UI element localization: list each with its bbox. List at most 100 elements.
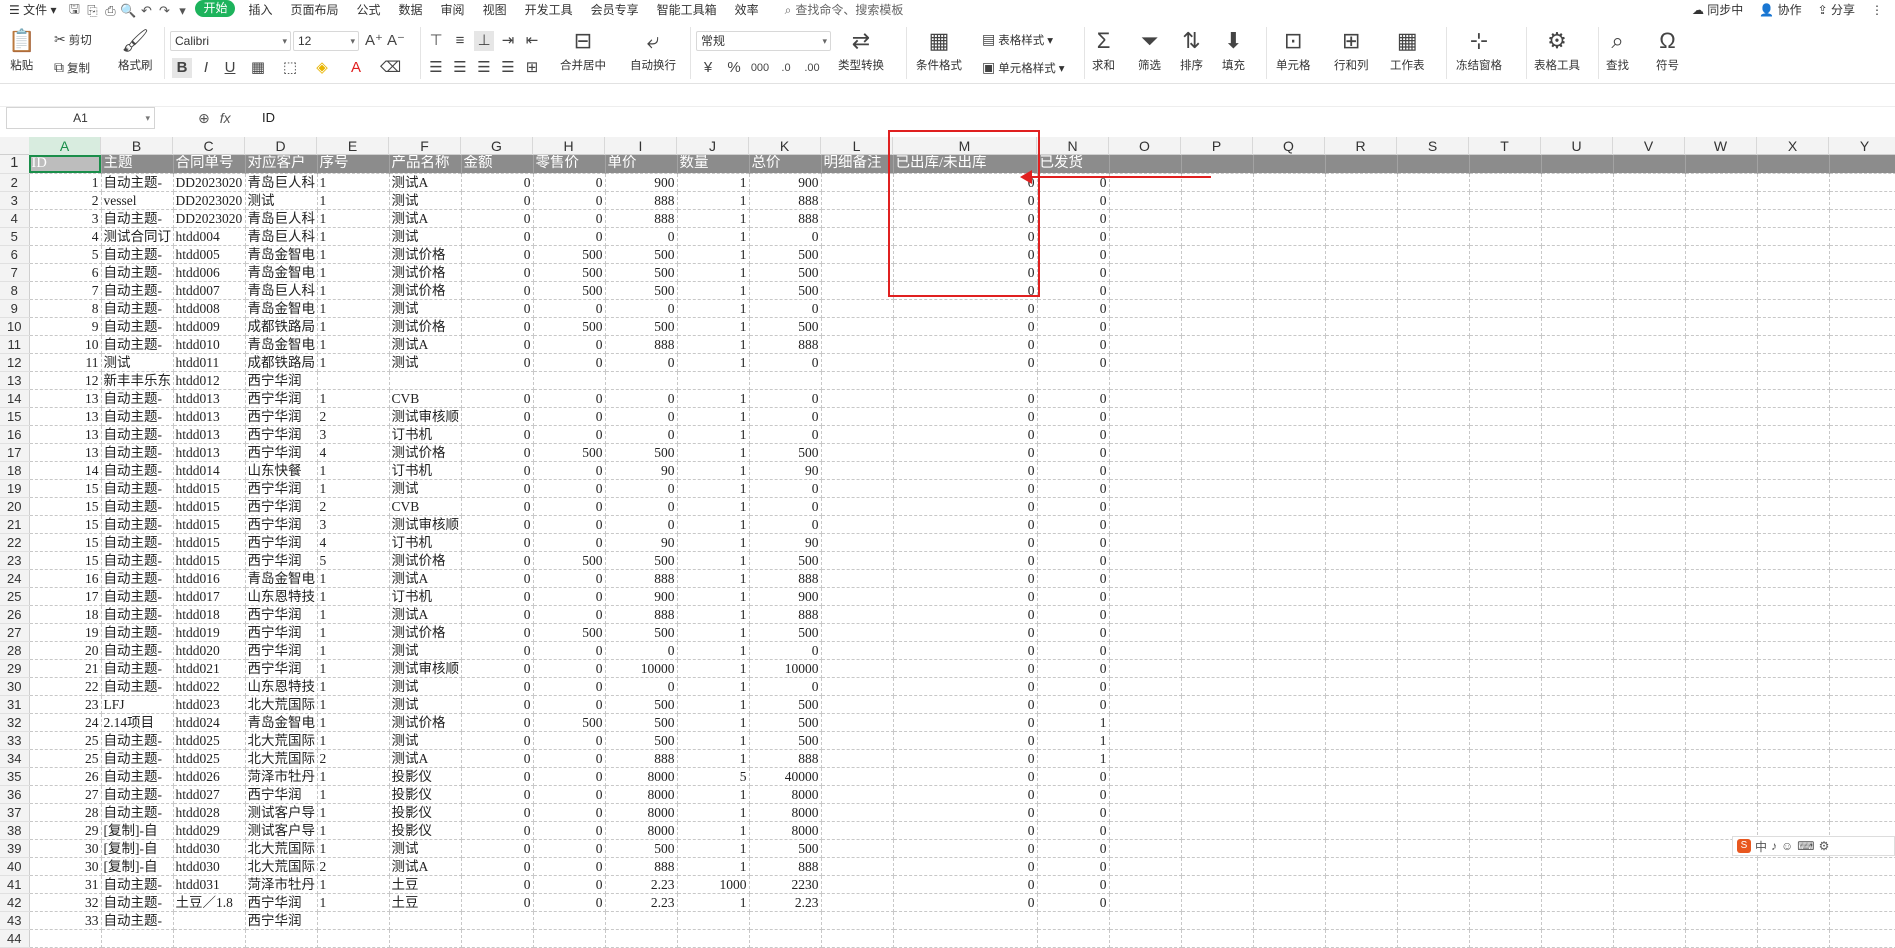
cell[interactable] [1829,929,1895,948]
cell[interactable]: 自动主题- [101,245,174,264]
cell[interactable]: 1 [317,191,390,210]
cell[interactable]: 500 [749,443,822,462]
cell[interactable] [749,911,822,930]
cell[interactable]: 0 [461,317,534,336]
fx-icon[interactable]: fx [220,107,231,129]
cell[interactable] [1829,659,1895,678]
cell[interactable]: 0 [605,479,678,498]
zoom-icon[interactable]: ⊕ [198,107,210,129]
cell[interactable]: 0 [1037,263,1110,282]
cell[interactable] [1541,155,1614,174]
print-preview-icon[interactable]: 🔍 [119,0,137,21]
cell[interactable]: 0 [533,335,606,354]
cell[interactable]: 0 [533,731,606,750]
cell[interactable] [1469,227,1542,246]
cell[interactable] [1757,407,1830,426]
cell[interactable] [461,911,534,930]
cell[interactable] [1829,227,1895,246]
column-header[interactable]: P [1181,137,1253,155]
column-header[interactable]: F [389,137,461,155]
cell[interactable]: 0 [749,299,822,318]
cell[interactable]: 0 [749,641,822,660]
cell[interactable] [1541,551,1614,570]
cell[interactable]: 1 [677,659,750,678]
cell[interactable] [1325,893,1398,912]
cell[interactable] [1181,605,1254,624]
cell[interactable]: 15 [29,515,102,534]
cell[interactable] [1757,533,1830,552]
cell[interactable] [1109,695,1182,714]
cell[interactable]: 0 [461,443,534,462]
row-header[interactable]: 30 [0,677,30,696]
cell[interactable] [1829,497,1895,516]
cell[interactable]: 16 [29,569,102,588]
cell[interactable]: 土豆 [389,875,462,894]
cell[interactable] [605,371,678,390]
row-header[interactable]: 17 [0,443,30,462]
row-header[interactable]: 16 [0,425,30,444]
cell[interactable] [749,929,822,948]
cell[interactable] [1181,695,1254,714]
cell[interactable]: 888 [749,191,822,210]
indent-icon[interactable]: ⇥ [498,31,518,51]
tab-2[interactable]: 页面布局 [282,0,348,21]
cell[interactable]: 0 [893,893,1038,912]
cell[interactable] [821,803,894,822]
cell[interactable]: 1 [677,335,750,354]
cell[interactable]: 0 [461,461,534,480]
row-header[interactable]: 13 [0,371,30,390]
cell[interactable] [1253,911,1326,930]
underline-icon[interactable]: U [220,58,240,78]
cell[interactable] [1829,335,1895,354]
cell[interactable] [1109,929,1182,948]
cell[interactable] [533,371,606,390]
cell[interactable]: 1 [1037,731,1110,750]
cell[interactable]: 自动主题- [101,641,174,660]
cell[interactable]: 1 [317,569,390,588]
cell[interactable]: 自动主题- [101,443,174,462]
cell[interactable] [1469,713,1542,732]
cell[interactable]: 0 [533,209,606,228]
cell[interactable] [1469,335,1542,354]
cell[interactable]: 1 [317,335,390,354]
cell[interactable]: 土豆 [389,893,462,912]
row-header[interactable]: 20 [0,497,30,516]
name-box[interactable]: A1 [6,107,155,129]
cell[interactable]: 自动主题- [101,515,174,534]
tab-9[interactable]: 智能工具箱 [648,0,726,21]
cell[interactable]: 25 [29,749,102,768]
cell[interactable] [1541,353,1614,372]
cell[interactable] [1469,317,1542,336]
cell[interactable]: 1 [677,281,750,300]
cell[interactable]: 500 [605,317,678,336]
cell[interactable]: 9 [29,317,102,336]
cell[interactable] [389,929,462,948]
cell[interactable] [1829,893,1895,912]
cell[interactable]: 单价 [605,155,678,174]
cell[interactable]: 31 [29,875,102,894]
cell[interactable] [1397,731,1470,750]
cell[interactable] [1325,731,1398,750]
cell[interactable] [1109,731,1182,750]
cell[interactable] [1109,245,1182,264]
cell[interactable] [1325,371,1398,390]
cell[interactable] [1469,857,1542,876]
cell[interactable]: 1 [677,785,750,804]
cell[interactable]: 自动主题- [101,281,174,300]
cell[interactable]: 自动主题- [101,407,174,426]
cell[interactable]: htdd020 [173,641,246,660]
cell[interactable] [1685,911,1758,930]
cell[interactable]: htdd016 [173,569,246,588]
cell[interactable] [1397,479,1470,498]
cell[interactable] [1685,479,1758,498]
cell[interactable]: 1 [677,677,750,696]
cell[interactable] [1469,515,1542,534]
cell[interactable]: 1 [677,533,750,552]
cell[interactable] [821,929,894,948]
cell[interactable]: 金额 [461,155,534,174]
cell[interactable]: 新丰丰乐东 [101,371,174,390]
cell[interactable]: 0 [461,389,534,408]
align-middle-icon[interactable]: ≡ [450,31,470,51]
cell[interactable]: 500 [749,281,822,300]
export-icon[interactable]: ⎘ [83,0,101,21]
